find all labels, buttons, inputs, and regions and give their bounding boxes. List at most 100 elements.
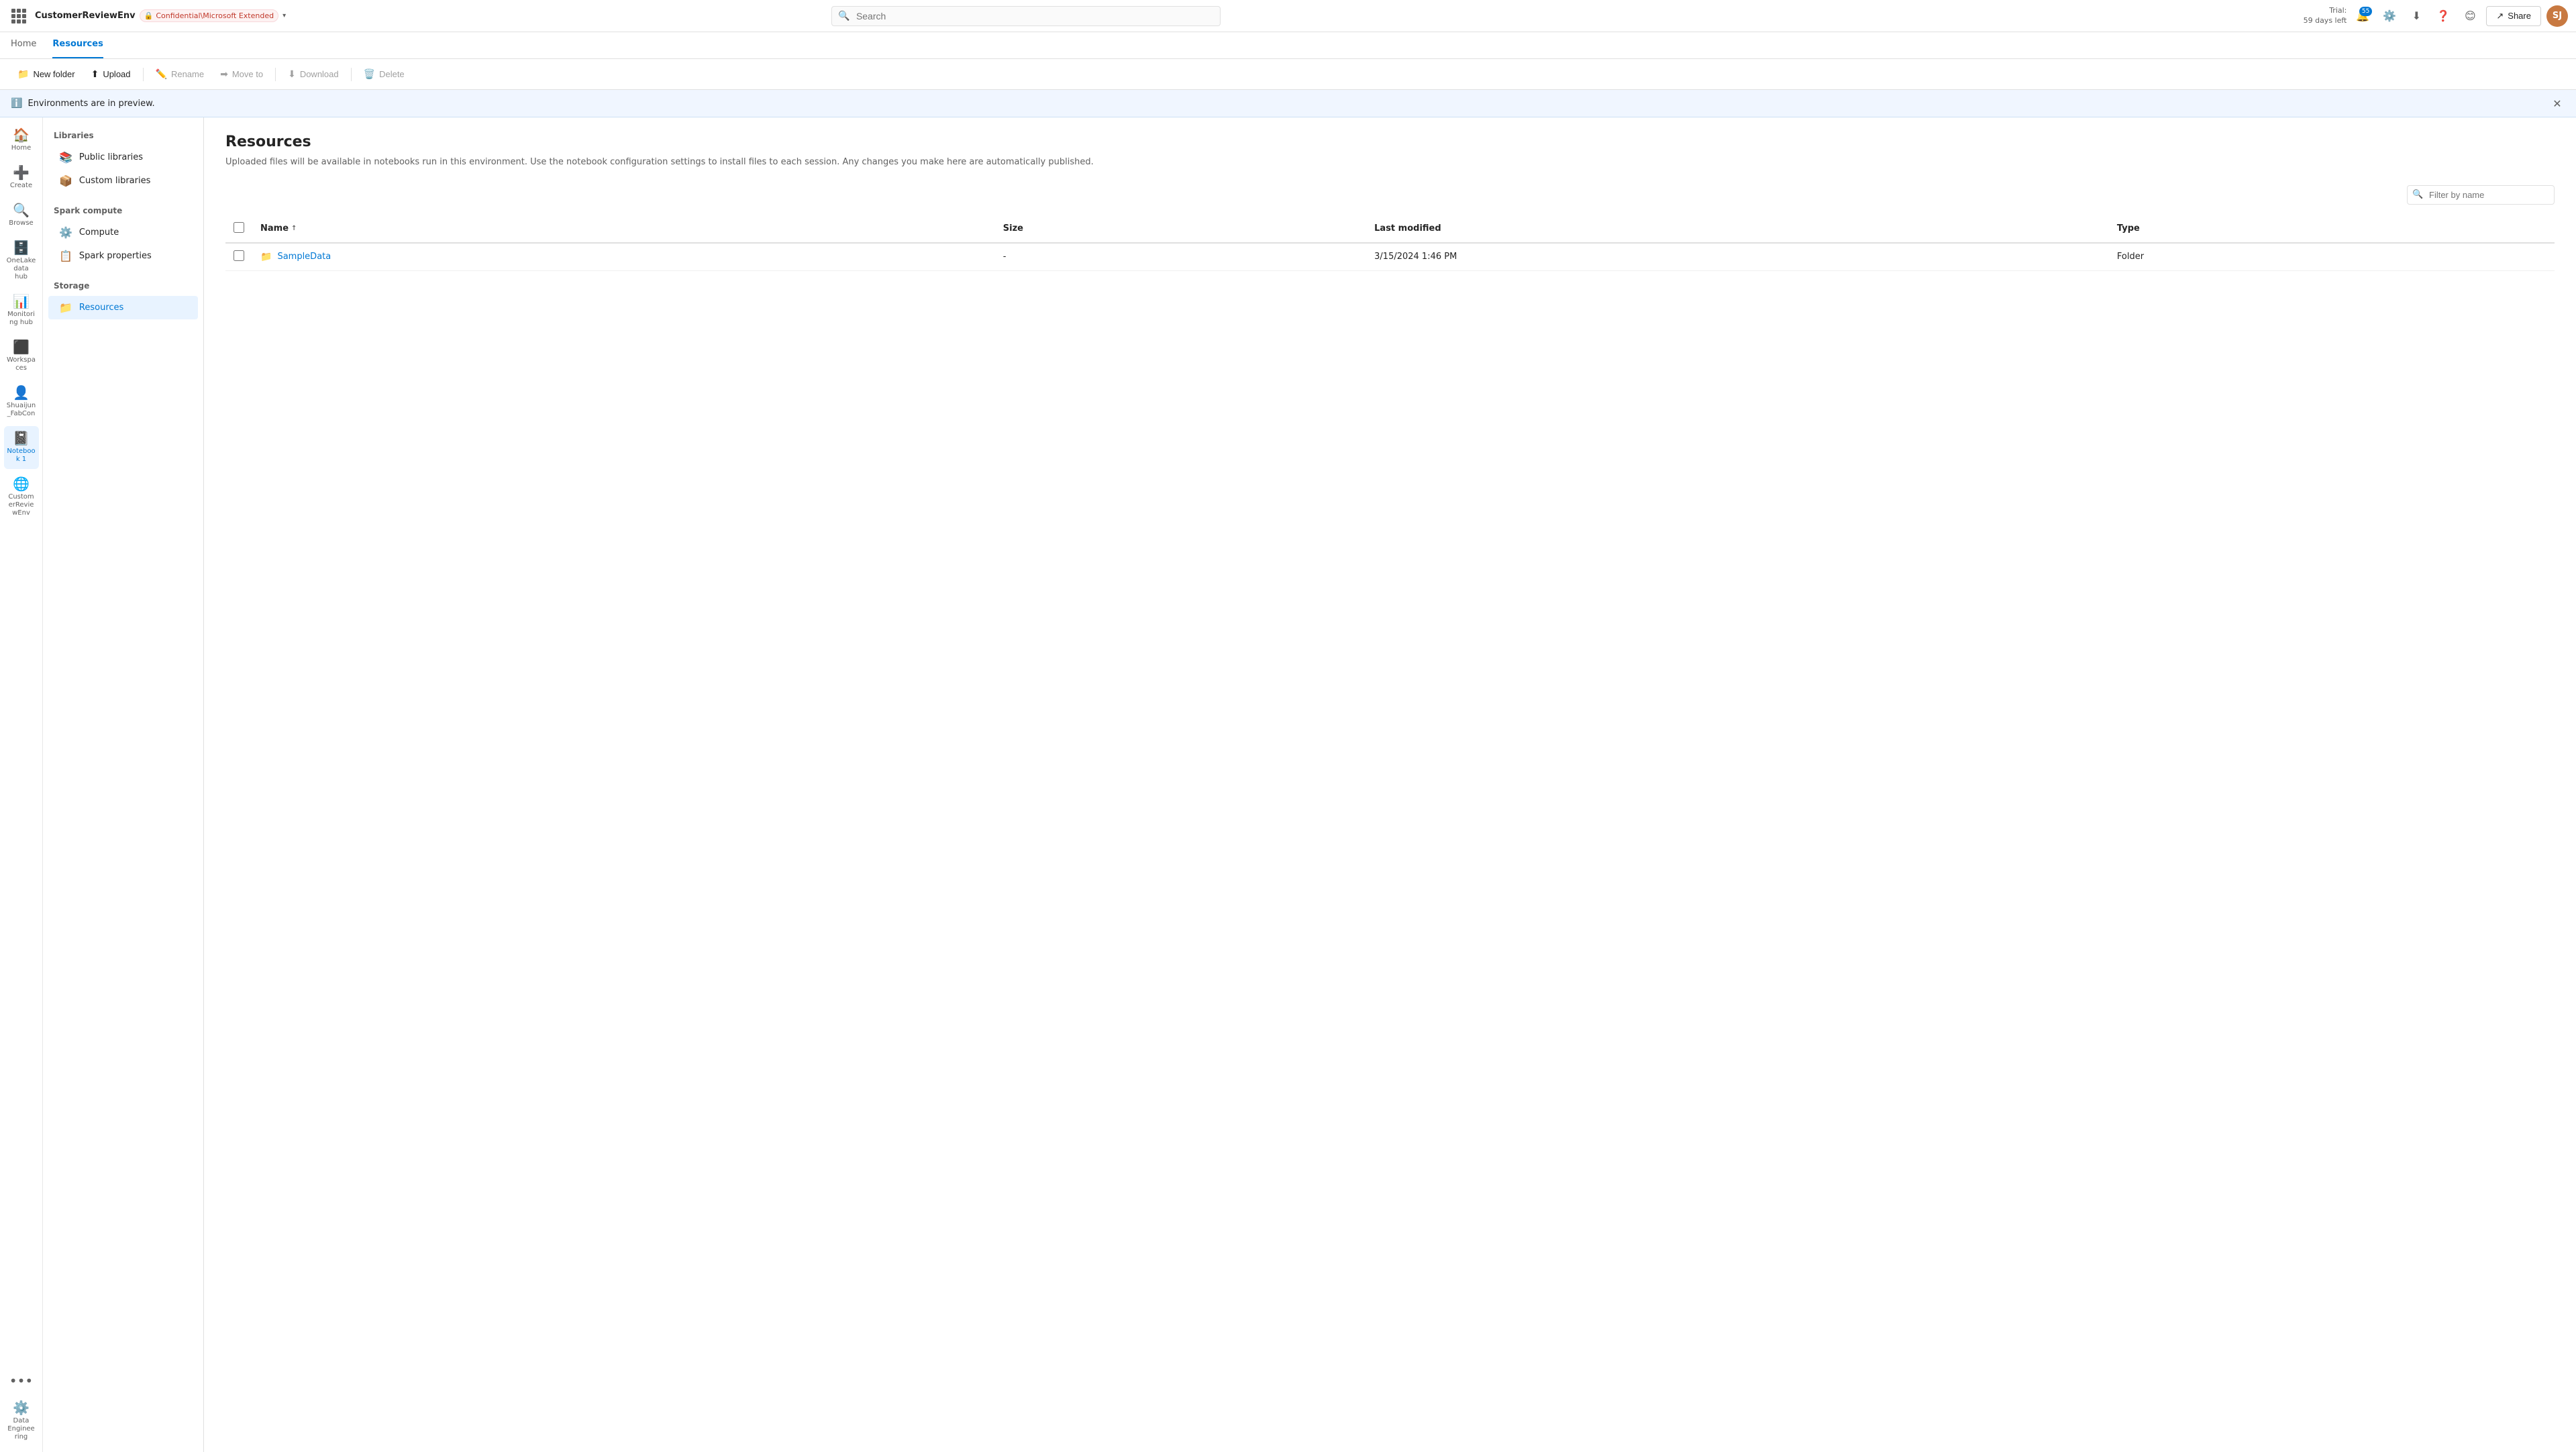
more-icon: ••• [9, 1374, 33, 1388]
rail-label-monitoring: Monitoring hub [7, 311, 36, 327]
resources-table: Name ↑ Size Last modified Type [225, 215, 2555, 271]
toolbar-separator-2 [275, 68, 276, 81]
folder-name: SampleData [277, 252, 331, 262]
nav-item-public-libraries[interactable]: 📚 Public libraries [48, 146, 198, 169]
share-button[interactable]: ↗ Share [2486, 6, 2541, 26]
nav-item-resources[interactable]: 📁 Resources [48, 296, 198, 319]
workspace-name: CustomerReviewEnv [35, 11, 136, 21]
page-title: Resources [225, 134, 2555, 150]
new-folder-icon: 📁 [17, 68, 29, 80]
home-icon: 🏠 [13, 128, 30, 142]
avatar[interactable]: SJ [2546, 5, 2568, 27]
notifications-button[interactable]: 🔔 55 [2352, 5, 2373, 27]
sidebar-item-shuaijun[interactable]: 👤 Shuaijun_FabCon [4, 380, 39, 423]
search-input[interactable] [831, 6, 1221, 26]
sidebar-item-notebook1[interactable]: 📓 Notebook 1 [4, 426, 39, 469]
nav-section-spark: Spark compute ⚙️ Compute 📋 Spark propert… [43, 203, 203, 268]
gear-icon: ⚙️ [2383, 9, 2396, 22]
column-header-name[interactable]: Name ↑ [252, 215, 995, 243]
search-box: 🔍 [831, 6, 1221, 26]
folder-icon: 📁 [260, 252, 272, 262]
upload-button[interactable]: ⬆ Upload [85, 64, 138, 84]
row-checkbox[interactable] [234, 250, 244, 261]
app-launcher-button[interactable] [8, 5, 30, 27]
sidebar-item-workspaces[interactable]: ⬛ Workspaces [4, 335, 39, 378]
content-area: Resources Uploaded files will be availab… [204, 117, 2576, 1452]
nav-item-compute[interactable]: ⚙️ Compute [48, 221, 198, 244]
download-toolbar-button[interactable]: ⬇ Download [281, 64, 346, 84]
settings-button[interactable]: ⚙️ [2379, 5, 2400, 27]
browse-icon: 🔍 [13, 203, 30, 217]
upload-icon: ⬆ [91, 68, 99, 80]
spark-properties-icon: 📋 [59, 250, 72, 262]
feedback-button[interactable]: 😊 [2459, 5, 2481, 27]
filter-input[interactable] [2407, 185, 2555, 205]
topbar-right: Trial: 59 days left 🔔 55 ⚙️ ⬇ ❓ 😊 ↗ Shar… [2304, 5, 2568, 27]
trial-label: Trial: [2304, 6, 2347, 15]
nav-item-label-spark-props: Spark properties [79, 251, 152, 261]
topbar: CustomerReviewEnv 🔒 Confidential\Microso… [0, 0, 2576, 32]
sidebar-more-button[interactable]: ••• [4, 1369, 39, 1393]
sidebar-item-onelake[interactable]: 🗄️ OneLake data hub [4, 236, 39, 287]
customerenv-icon: 🌐 [13, 477, 30, 490]
workspace-chevron-icon: ▾ [282, 12, 286, 19]
preview-banner-left: ℹ️ Environments are in preview. [11, 98, 155, 109]
toolbar-separator-1 [143, 68, 144, 81]
sidebar-item-monitoring[interactable]: 📊 Monitoring hub [4, 289, 39, 332]
search-wrapper: 🔍 [831, 6, 1221, 26]
workspaces-icon: ⬛ [13, 340, 30, 354]
shuaijun-icon: 👤 [13, 386, 30, 399]
select-all-header [225, 215, 252, 243]
sidebar-item-home[interactable]: 🏠 Home [4, 123, 39, 158]
trial-days: 59 days left [2304, 16, 2347, 25]
row-size-cell: - [995, 243, 1366, 271]
close-banner-button[interactable]: ✕ [2549, 95, 2565, 111]
help-button[interactable]: ❓ [2432, 5, 2454, 27]
row-checkbox-cell [225, 243, 252, 271]
rename-icon: ✏️ [156, 68, 167, 80]
tab-home[interactable]: Home [11, 32, 36, 58]
tab-resources[interactable]: Resources [52, 32, 103, 58]
sidebar-item-browse[interactable]: 🔍 Browse [4, 198, 39, 233]
delete-icon: 🗑️ [364, 68, 375, 80]
sort-icon-name: ↑ [291, 225, 297, 232]
filter-input-wrapper: 🔍 [2407, 185, 2555, 205]
monitoring-icon: 📊 [13, 295, 30, 308]
subnav: Home Resources [0, 32, 2576, 59]
nav-item-label-resources: Resources [79, 303, 123, 313]
sidebar-item-data-engineering[interactable]: ⚙️ Data Engineering [4, 1396, 39, 1447]
download-button[interactable]: ⬇ [2406, 5, 2427, 27]
table-toolbar: 🔍 [225, 185, 2555, 205]
trial-info: Trial: 59 days left [2304, 6, 2347, 25]
folder-link[interactable]: 📁 SampleData [260, 252, 987, 262]
move-to-button[interactable]: ➡ Move to [213, 64, 270, 84]
spark-section-title: Spark compute [43, 203, 203, 221]
share-icon: ↗ [2496, 11, 2504, 21]
resources-nav-icon: 📁 [59, 301, 72, 314]
main-layout: 🏠 Home ➕ Create 🔍 Browse 🗄️ OneLake data… [0, 117, 2576, 1452]
workspace-selector[interactable]: CustomerReviewEnv 🔒 Confidential\Microso… [35, 9, 286, 22]
table-header: Name ↑ Size Last modified Type [225, 215, 2555, 243]
nav-section-storage: Storage 📁 Resources [43, 278, 203, 319]
topbar-left: CustomerReviewEnv 🔒 Confidential\Microso… [8, 5, 286, 27]
download-icon: ⬇ [2412, 9, 2421, 22]
select-all-checkbox[interactable] [234, 222, 244, 233]
info-icon: ℹ️ [11, 98, 22, 109]
sidebar-item-customerenv[interactable]: 🌐 CustomerReviewEnv [4, 472, 39, 523]
rail-label-data-engineering: Data Engineering [7, 1417, 36, 1441]
rail-label-browse: Browse [9, 219, 33, 227]
delete-button[interactable]: 🗑️ Delete [357, 64, 411, 84]
sidebar-item-create[interactable]: ➕ Create [4, 160, 39, 195]
search-icon: 🔍 [838, 11, 849, 21]
nav-item-custom-libraries[interactable]: 📦 Custom libraries [48, 169, 198, 193]
new-folder-button[interactable]: 📁 New folder [11, 64, 82, 84]
nav-item-spark-properties[interactable]: 📋 Spark properties [48, 244, 198, 268]
row-modified-cell: 3/15/2024 1:46 PM [1366, 243, 2109, 271]
column-header-modified: Last modified [1366, 215, 2109, 243]
nav-item-label-compute: Compute [79, 227, 119, 238]
nav-section-libraries: Libraries 📚 Public libraries 📦 Custom li… [43, 128, 203, 193]
filter-search-icon: 🔍 [2412, 190, 2423, 200]
rename-button[interactable]: ✏️ Rename [149, 64, 211, 84]
custom-libraries-icon: 📦 [59, 174, 72, 187]
rail-label-onelake: OneLake data hub [7, 257, 36, 281]
